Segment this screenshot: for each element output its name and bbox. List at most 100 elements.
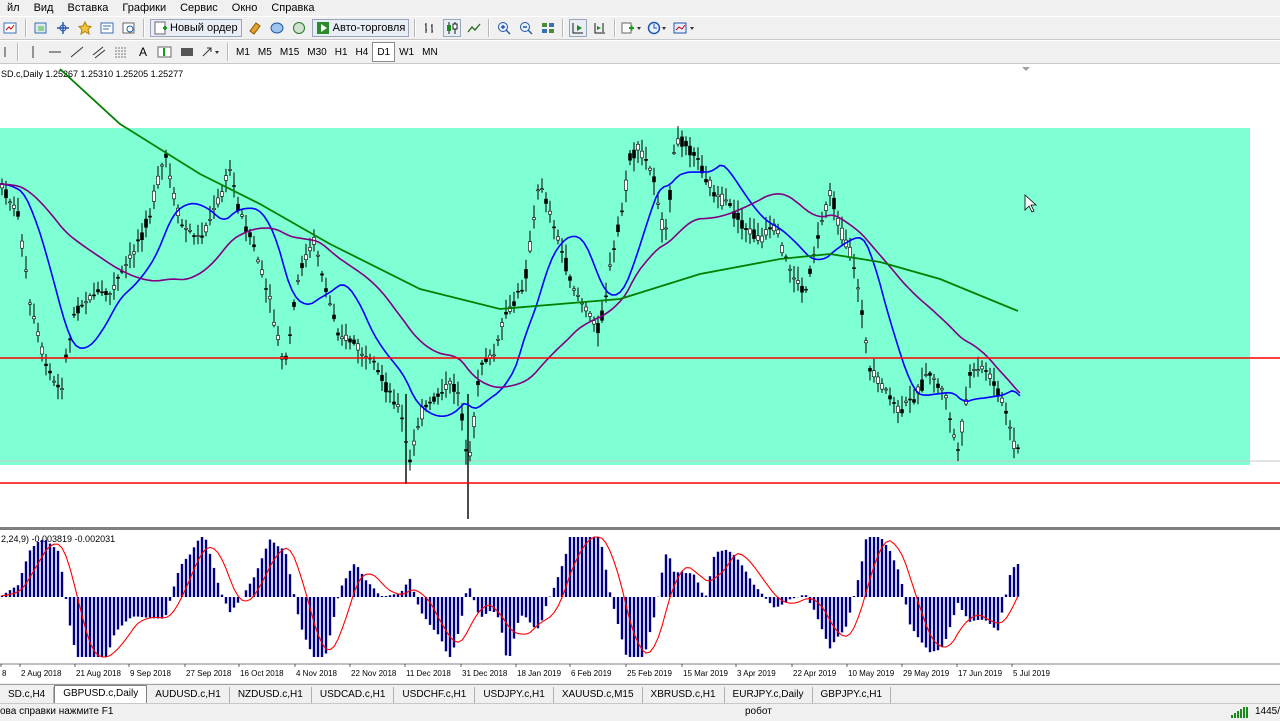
- chart-tab[interactable]: GBPUSD.c,Daily: [54, 685, 148, 703]
- candle-body: [816, 235, 820, 239]
- candle-body: [776, 229, 780, 234]
- timeframe-button-d1[interactable]: D1: [372, 42, 396, 62]
- chart-tab[interactable]: EURJPY.c,Daily: [725, 687, 813, 703]
- candle-body: [24, 269, 28, 272]
- candle-body: [684, 140, 688, 147]
- indicators-icon[interactable]: [621, 19, 643, 37]
- chart-tab[interactable]: USDCHF.c,H1: [394, 687, 476, 703]
- x-axis-label: 2 Aug 2018: [21, 669, 62, 678]
- periods-icon[interactable]: [647, 19, 669, 37]
- chart-tab[interactable]: XAUUSD.c,M15: [554, 687, 643, 703]
- candle-body: [796, 280, 800, 284]
- navigator-icon[interactable]: [98, 19, 116, 37]
- candle-body: [500, 322, 504, 327]
- market-icon[interactable]: [290, 19, 308, 37]
- timeframe-button-mn[interactable]: MN: [418, 43, 442, 61]
- candle-body: [788, 268, 792, 271]
- metaeditor-icon[interactable]: [246, 19, 264, 37]
- fibonacci-icon[interactable]: [112, 43, 130, 61]
- vertical-line-icon[interactable]: [24, 43, 42, 61]
- profiles-icon[interactable]: [32, 19, 50, 37]
- candle-body: [100, 291, 104, 294]
- candle-body: [108, 293, 112, 295]
- status-bar: ова справки нажмите F1 робот 1445/: [0, 703, 1280, 721]
- tester-icon[interactable]: [120, 19, 138, 37]
- candle-body: [740, 220, 744, 229]
- candle-body: [372, 360, 376, 363]
- menu-item[interactable]: Графики: [115, 0, 173, 16]
- candle-body: [696, 158, 700, 160]
- crosshair-icon[interactable]: [54, 19, 72, 37]
- channel-icon[interactable]: [90, 43, 108, 61]
- main-toolbar: Новый ордер Авто-торговля: [0, 16, 1280, 40]
- candle-body: [92, 294, 96, 297]
- candle-body: [752, 229, 756, 239]
- chart-tab[interactable]: NZDUSD.c,H1: [230, 687, 312, 703]
- chart-shift-icon[interactable]: [591, 19, 609, 37]
- text-tool-button[interactable]: A: [134, 43, 152, 61]
- autoscroll-icon[interactable]: [569, 19, 588, 37]
- timeframe-button-m30[interactable]: M30: [303, 43, 330, 61]
- tile-windows-icon[interactable]: [539, 19, 557, 37]
- zoom-out-icon[interactable]: [517, 19, 535, 37]
- candle-body: [380, 374, 384, 381]
- chart-tab[interactable]: GBPJPY.c,H1: [813, 687, 892, 703]
- timeframe-button-w1[interactable]: W1: [395, 43, 418, 61]
- trendline-icon[interactable]: [68, 43, 86, 61]
- candle-body: [240, 214, 244, 217]
- new-order-button[interactable]: Новый ордер: [150, 19, 242, 37]
- terminal-icon[interactable]: [268, 19, 286, 37]
- timeframe-button-h4[interactable]: H4: [352, 43, 373, 61]
- chart-tab[interactable]: AUDUSD.c,H1: [147, 687, 230, 703]
- candle-body: [712, 192, 716, 197]
- x-axis-label: 25 Feb 2019: [627, 669, 672, 678]
- candle-body: [80, 304, 84, 307]
- menu-item[interactable]: йл: [0, 0, 27, 16]
- templates-icon[interactable]: [673, 19, 697, 37]
- candle-body: [204, 225, 208, 233]
- candle-body: [44, 363, 48, 367]
- candle-body: [736, 212, 740, 220]
- cursor-icon[interactable]: [2, 43, 12, 61]
- menu-item[interactable]: Вставка: [60, 0, 115, 16]
- timeframe-button-m5[interactable]: M5: [254, 43, 276, 61]
- price-chart[interactable]: 8 2 Aug 2018 21 Aug 2018 9 Sep 2018 27 Sep 2…: [0, 64, 1280, 683]
- candle-body: [444, 384, 448, 390]
- chart-tab[interactable]: USDCAD.c,H1: [312, 687, 395, 703]
- connection-bars-icon: [1231, 707, 1248, 718]
- candlestick-icon[interactable]: [443, 19, 462, 37]
- candle-body: [220, 191, 224, 197]
- candle-body: [708, 179, 712, 188]
- chart-tab[interactable]: USDJPY.c,H1: [475, 687, 554, 703]
- favorites-icon[interactable]: [76, 19, 94, 37]
- candle-body: [248, 232, 252, 238]
- candle-body: [676, 138, 680, 145]
- menu-item[interactable]: Справка: [264, 0, 321, 16]
- autotrade-button[interactable]: Авто-торговля: [311, 19, 410, 37]
- chart-tabs: SD.c,H4 GBPUSD.c,Daily AUDUSD.c,H1 NZDUSD.c…: [0, 684, 1280, 703]
- timeframe-button-m15[interactable]: M15: [276, 43, 303, 61]
- candle-body: [656, 202, 660, 205]
- candle-body: [492, 354, 496, 357]
- timeframe-button-h1[interactable]: H1: [331, 43, 352, 61]
- text-label-icon[interactable]: [156, 43, 174, 61]
- drawing-toolbar: A M1 M5 M15 M30 H1 H4 D1 W1 MN: [0, 40, 1280, 64]
- chart-tab[interactable]: SD.c,H4: [0, 687, 55, 703]
- menu-item[interactable]: Сервис: [173, 0, 225, 16]
- timeframe-button-m1[interactable]: M1: [232, 43, 254, 61]
- candle-body: [192, 235, 196, 237]
- zoom-in-icon[interactable]: [495, 19, 513, 37]
- horizontal-line-icon[interactable]: [46, 43, 64, 61]
- menu-item[interactable]: Окно: [225, 0, 265, 16]
- x-axis-label: 21 Aug 2018: [76, 669, 121, 678]
- line-chart-icon[interactable]: [465, 19, 483, 37]
- menu-item[interactable]: Вид: [27, 0, 61, 16]
- candle-body: [360, 353, 364, 356]
- chart-window[interactable]: SD.c,Daily 1.25267 1.25310 1.25205 1.252…: [0, 64, 1280, 683]
- chart-tab[interactable]: XBRUSD.c,H1: [643, 687, 725, 703]
- arrows-icon[interactable]: [200, 43, 222, 61]
- new-chart-icon[interactable]: [2, 19, 20, 37]
- rectangle-icon[interactable]: [178, 43, 196, 61]
- candle-body: [336, 332, 340, 336]
- bar-chart-icon[interactable]: [421, 19, 439, 37]
